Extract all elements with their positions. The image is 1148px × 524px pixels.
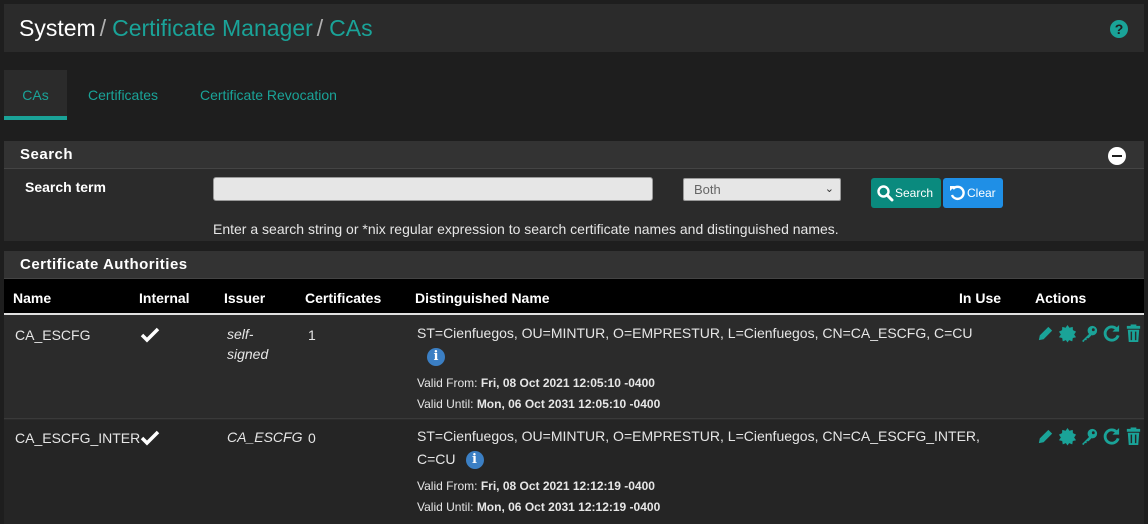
refresh-icon[interactable] bbox=[1102, 427, 1121, 446]
valid-until-date: Mon, 06 Oct 2031 12:12:19 -0400 bbox=[476, 500, 661, 514]
column-header-in-use[interactable]: In Use bbox=[959, 290, 1001, 306]
column-header-internal[interactable]: Internal bbox=[139, 290, 190, 306]
trash-icon[interactable] bbox=[1124, 427, 1143, 446]
search-scope-select[interactable]: Both ⌄ bbox=[683, 178, 841, 201]
check-icon bbox=[140, 430, 160, 446]
dn-line1: ST=Cienfuegos, OU=MINTUR, O=EMPRESTUR, L… bbox=[417, 325, 973, 341]
breadcrumb-separator: / bbox=[99, 15, 107, 41]
ca-distinguished-name: ST=Cienfuegos, OU=MINTUR, O=EMPRESTUR, L… bbox=[417, 425, 980, 471]
pencil-icon[interactable] bbox=[1036, 324, 1055, 343]
column-header-actions: Actions bbox=[1035, 290, 1087, 306]
dn-line2: C=CU i bbox=[417, 448, 980, 471]
ca-issuer-line1: self- bbox=[227, 326, 254, 342]
dn-line1: ST=Cienfuegos, OU=MINTUR, O=EMPRESTUR, L… bbox=[417, 428, 980, 444]
chevron-down-icon: ⌄ bbox=[824, 183, 834, 195]
search-term-label: Search term bbox=[25, 179, 106, 195]
valid-until: Valid Until: Mon, 06 Oct 2031 12:05:10 -… bbox=[417, 397, 660, 411]
ca-name: CA_ESCFG_INTER bbox=[15, 430, 141, 446]
search-panel-title: Search bbox=[20, 146, 74, 163]
breadcrumb-separator: / bbox=[316, 15, 324, 41]
trash-icon[interactable] bbox=[1124, 324, 1143, 343]
ca-panel-header: Certificate Authorities bbox=[4, 251, 1144, 279]
ca-name: CA_ESCFG bbox=[15, 327, 91, 343]
breadcrumb: System / Certificate Manager / CAs bbox=[19, 15, 373, 42]
breadcrumb-certificate-manager[interactable]: Certificate Manager bbox=[112, 15, 313, 41]
ca-issuer-line1: CA_ESCFG bbox=[227, 429, 303, 445]
clear-button-label: Clear bbox=[967, 186, 996, 200]
search-button[interactable]: Search bbox=[871, 178, 941, 208]
column-header-issuer[interactable]: Issuer bbox=[224, 290, 265, 306]
valid-until-label: Valid Until: bbox=[417, 397, 474, 411]
valid-from: Valid From: Fri, 08 Oct 2021 12:12:19 -0… bbox=[417, 479, 655, 493]
valid-from-label: Valid From: bbox=[417, 479, 478, 493]
valid-until-label: Valid Until: bbox=[417, 500, 474, 514]
page-header: System / Certificate Manager / CAs ? bbox=[4, 4, 1144, 52]
key-icon[interactable] bbox=[1080, 427, 1099, 446]
certificate-icon[interactable] bbox=[1058, 324, 1077, 343]
ca-issuer: CA_ESCFG bbox=[227, 427, 302, 447]
search-input[interactable] bbox=[213, 177, 653, 201]
clear-button[interactable]: Clear bbox=[943, 178, 1003, 208]
ca-panel-title: Certificate Authorities bbox=[20, 256, 188, 273]
info-icon[interactable]: i bbox=[465, 451, 484, 470]
table-row: CA_ESCFG_INTER CA_ESCFG 0 ST=Cienfuegos,… bbox=[4, 420, 1144, 524]
ca-distinguished-name: ST=Cienfuegos, OU=MINTUR, O=EMPRESTUR, L… bbox=[417, 322, 973, 368]
search-panel-header: Search bbox=[4, 141, 1144, 169]
valid-from-label: Valid From: bbox=[417, 376, 478, 390]
search-panel: Search Search term Both ⌄ Search Clear E… bbox=[4, 141, 1144, 241]
ca-issuer-line2: signed bbox=[227, 346, 269, 362]
breadcrumb-system: System bbox=[19, 15, 96, 41]
pencil-icon[interactable] bbox=[1036, 427, 1055, 446]
valid-until-date: Mon, 06 Oct 2031 12:05:10 -0400 bbox=[476, 397, 661, 411]
search-icon bbox=[877, 185, 894, 202]
ca-panel: Certificate Authorities Name Internal Is… bbox=[4, 251, 1144, 524]
tab-certificates[interactable]: Certificates bbox=[88, 70, 158, 120]
search-button-label: Search bbox=[895, 186, 934, 200]
table-row: CA_ESCFG self- signed 1 ST=Cienfuegos, O… bbox=[4, 317, 1144, 419]
valid-until: Valid Until: Mon, 06 Oct 2031 12:12:19 -… bbox=[417, 500, 660, 514]
undo-icon bbox=[950, 185, 965, 201]
dn-line2-text: C=CU bbox=[417, 451, 456, 467]
info-icon[interactable]: i bbox=[427, 348, 445, 367]
row-actions bbox=[1036, 324, 1143, 343]
tab-certificate-revocation[interactable]: Certificate Revocation bbox=[200, 70, 337, 120]
column-header-name[interactable]: Name bbox=[13, 290, 51, 306]
search-help-text: Enter a search string or *nix regular ex… bbox=[213, 221, 839, 237]
key-icon[interactable] bbox=[1080, 324, 1099, 343]
certificate-icon[interactable] bbox=[1058, 427, 1077, 446]
breadcrumb-cas[interactable]: CAs bbox=[329, 15, 372, 41]
search-scope-value: Both bbox=[694, 182, 721, 197]
ca-certificate-count: 1 bbox=[308, 327, 316, 343]
valid-from-date: Fri, 08 Oct 2021 12:12:19 -0400 bbox=[480, 479, 655, 493]
column-header-distinguished-name[interactable]: Distinguished Name bbox=[415, 290, 550, 306]
valid-from: Valid From: Fri, 08 Oct 2021 12:05:10 -0… bbox=[417, 376, 655, 390]
row-actions bbox=[1036, 427, 1143, 446]
column-header-certificates[interactable]: Certificates bbox=[305, 290, 381, 306]
check-icon bbox=[140, 327, 160, 343]
ca-issuer: self- signed bbox=[227, 324, 268, 364]
dn-line2: i bbox=[417, 345, 973, 368]
refresh-icon[interactable] bbox=[1102, 324, 1121, 343]
tab-cas[interactable]: CAs bbox=[4, 70, 67, 120]
help-icon[interactable]: ? bbox=[1110, 20, 1128, 38]
ca-certificate-count: 0 bbox=[308, 430, 316, 446]
valid-from-date: Fri, 08 Oct 2021 12:05:10 -0400 bbox=[480, 376, 655, 390]
collapse-minus-icon[interactable] bbox=[1108, 147, 1126, 165]
table-header: Name Internal Issuer Certificates Distin… bbox=[4, 279, 1144, 315]
